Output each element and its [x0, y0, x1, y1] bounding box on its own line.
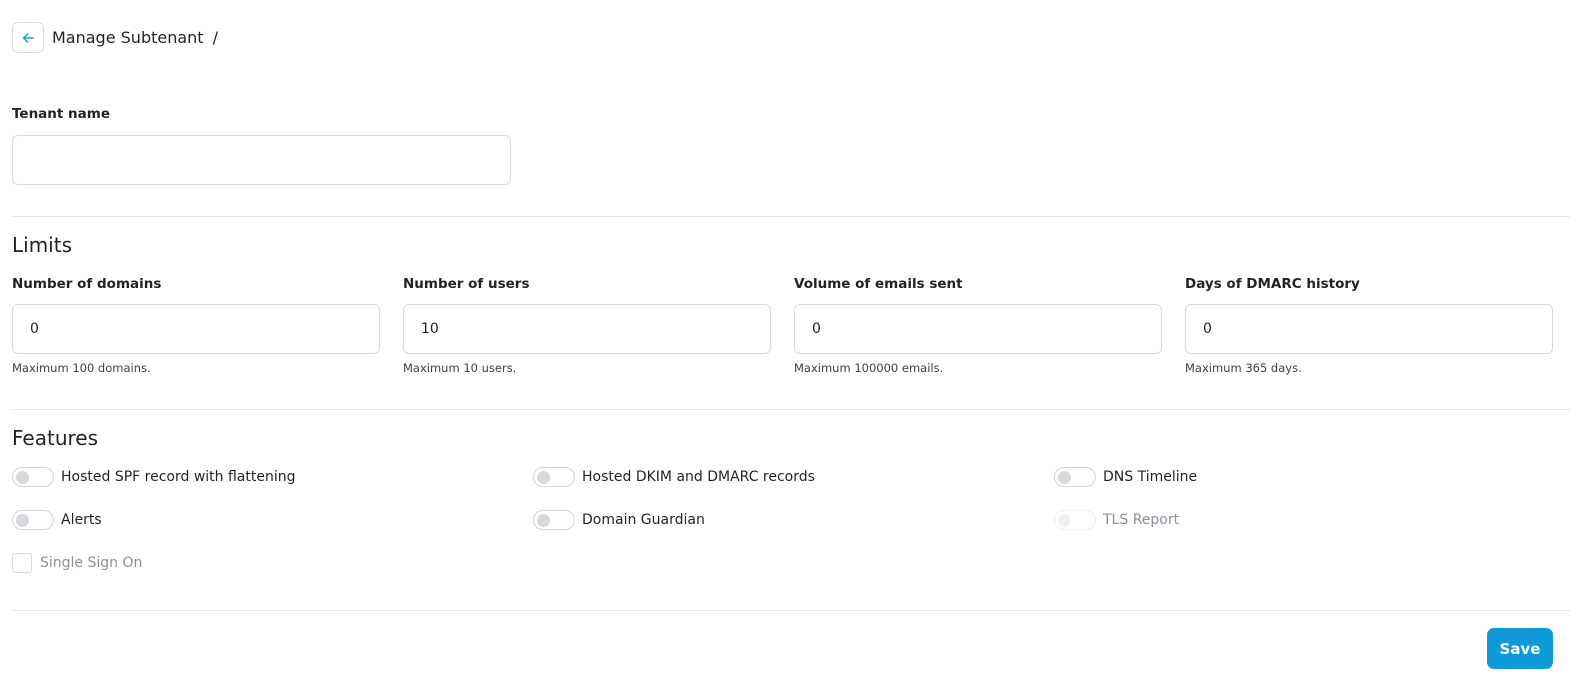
- limit-users-help: Maximum 10 users.: [403, 361, 517, 375]
- toggle-knob: [537, 514, 550, 527]
- tenant-name-input[interactable]: [12, 135, 511, 185]
- toggle-switch[interactable]: [12, 467, 54, 487]
- toggle-switch[interactable]: [533, 510, 575, 530]
- toggle-switch[interactable]: [1054, 467, 1096, 487]
- page-title: Manage Subtenant: [52, 28, 204, 47]
- feature-label: Domain Guardian: [582, 512, 705, 528]
- limit-emails: Volume of emails sent 0 Maximum 100000 e…: [794, 275, 1162, 375]
- limit-domains-help: Maximum 100 domains.: [12, 361, 151, 375]
- feature-label: Alerts: [61, 512, 102, 528]
- limit-emails-help: Maximum 100000 emails.: [794, 361, 944, 375]
- limit-dmarc-history-label: Days of DMARC history: [1185, 276, 1360, 292]
- feature-alerts[interactable]: Alerts: [12, 509, 102, 531]
- divider: [12, 409, 1570, 410]
- features-title: Features: [12, 426, 98, 450]
- toggle-knob: [16, 514, 29, 527]
- feature-tls-report: TLS Report: [1054, 509, 1179, 531]
- limit-emails-label: Volume of emails sent: [794, 276, 963, 292]
- feature-label: DNS Timeline: [1103, 469, 1198, 485]
- limit-emails-input[interactable]: 0: [794, 304, 1162, 354]
- feature-sso[interactable]: Single Sign On: [12, 552, 142, 574]
- limit-domains: Number of domains 0 Maximum 100 domains.: [12, 275, 380, 375]
- tenant-name-label: Tenant name: [12, 106, 111, 122]
- feature-domain-guardian[interactable]: Domain Guardian: [533, 509, 705, 531]
- toggle-switch-disabled: [1054, 510, 1096, 530]
- toggle-knob: [16, 471, 29, 484]
- feature-label: TLS Report: [1103, 512, 1180, 528]
- divider: [12, 610, 1570, 611]
- limit-dmarc-history: Days of DMARC history 0 Maximum 365 days…: [1185, 275, 1553, 375]
- limit-domains-input[interactable]: 0: [12, 304, 380, 354]
- breadcrumb: Manage Subtenant /: [12, 22, 218, 53]
- toggle-switch[interactable]: [12, 510, 54, 530]
- feature-hosted-spf[interactable]: Hosted SPF record with flattening: [12, 466, 296, 488]
- divider: [12, 216, 1570, 217]
- feature-dns-timeline[interactable]: DNS Timeline: [1054, 466, 1197, 488]
- limit-domains-label: Number of domains: [12, 276, 162, 292]
- sso-checkbox[interactable]: [12, 553, 32, 573]
- limit-users-label: Number of users: [403, 276, 530, 292]
- limit-dmarc-history-input[interactable]: 0: [1185, 304, 1553, 354]
- limit-dmarc-history-help: Maximum 365 days.: [1185, 361, 1302, 375]
- toggle-knob: [1058, 514, 1071, 527]
- back-button[interactable]: [12, 22, 44, 53]
- feature-hosted-dkim-dmarc[interactable]: Hosted DKIM and DMARC records: [533, 466, 815, 488]
- toggle-knob: [537, 471, 550, 484]
- toggle-switch[interactable]: [533, 467, 575, 487]
- arrow-left-icon: [22, 32, 34, 43]
- limit-users-input[interactable]: 10: [403, 304, 771, 354]
- toggle-knob: [1058, 471, 1071, 484]
- feature-label: Hosted DKIM and DMARC records: [582, 469, 815, 485]
- sso-label: Single Sign On: [40, 555, 143, 571]
- limit-users: Number of users 10 Maximum 10 users.: [403, 275, 771, 375]
- feature-label: Hosted SPF record with flattening: [61, 469, 296, 485]
- save-button[interactable]: Save: [1487, 628, 1553, 669]
- limits-title: Limits: [12, 233, 72, 257]
- breadcrumb-separator: /: [212, 28, 218, 47]
